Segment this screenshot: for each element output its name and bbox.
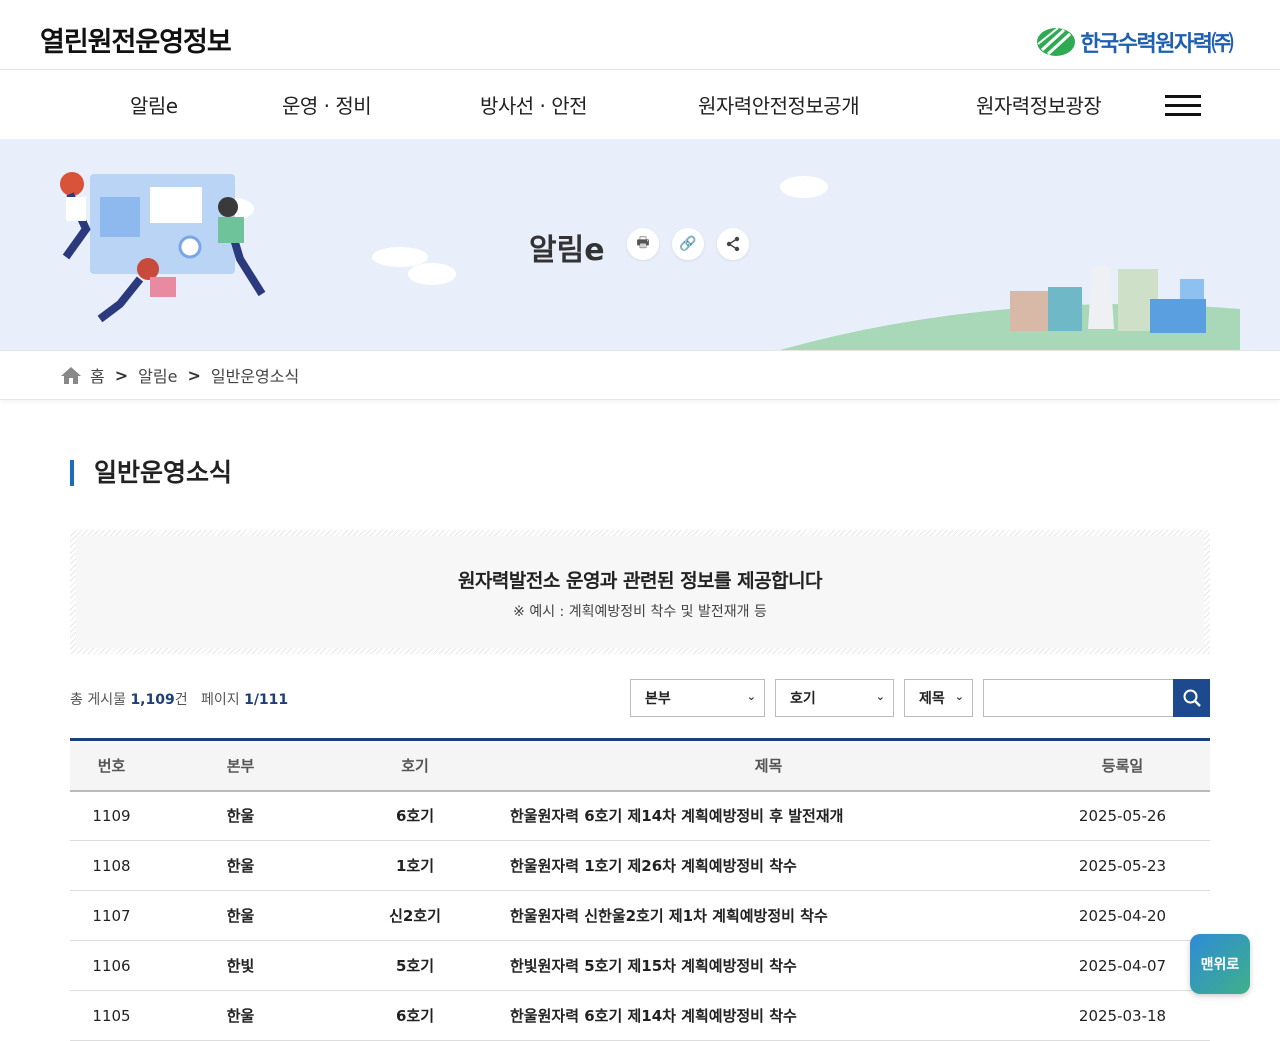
scroll-top-button[interactable]: 맨위로 — [1190, 934, 1250, 994]
breadcrumb: 홈 > 알림e > 일반운영소식 — [0, 350, 1280, 400]
unit-select[interactable]: 호기 ⌄ — [775, 679, 894, 717]
row-number: 1109 — [70, 790, 153, 841]
table-row[interactable]: 1107 한울 신2호기 한울원자력 신한울2호기 제1차 계획예방정비 착수 … — [70, 890, 1210, 941]
row-date: 2025-05-23 — [1035, 840, 1210, 891]
breadcrumb-notice[interactable]: 알림e — [138, 363, 177, 387]
row-title-link[interactable]: 한빛원자력 5호기 제15차 계획예방정비 착수 — [502, 940, 1035, 991]
nav-item-notice[interactable]: 알림e — [130, 90, 178, 119]
column-header-unit: 호기 — [401, 756, 429, 775]
chevron-down-icon: ⌄ — [746, 690, 756, 703]
total-unit: 건 — [174, 692, 188, 708]
row-unit: 1호기 — [328, 840, 502, 891]
info-notice-inner: 원자력발전소 운영과 관련된 정보를 제공합니다 ※ 예시 : 계획예방정비 착… — [76, 536, 1204, 648]
table-row[interactable]: 1105 한울 6호기 한울원자력 6호기 제14차 계획예방정비 착수 202… — [70, 990, 1210, 1041]
row-number: 1106 — [70, 940, 153, 991]
row-hq: 한울 — [153, 990, 328, 1041]
breadcrumb-current[interactable]: 일반운영소식 — [211, 363, 299, 387]
khnp-logo-icon — [1037, 27, 1076, 56]
share-icon[interactable] — [717, 228, 749, 260]
breadcrumb-home[interactable]: 홈 — [90, 363, 105, 387]
unit-select-value: 호기 — [790, 691, 816, 707]
row-title-link[interactable]: 한울원자력 6호기 제14차 계획예방정비 착수 — [502, 990, 1035, 1041]
info-notice-box: 원자력발전소 운영과 관련된 정보를 제공합니다 ※ 예시 : 계획예방정비 착… — [70, 530, 1210, 654]
table-header-row: 번호 본부 호기 제목 등록일 — [70, 739, 1210, 791]
table-row[interactable]: 1106 한빛 5호기 한빛원자력 5호기 제15차 계획예방정비 착수 202… — [70, 940, 1210, 991]
row-number: 1105 — [70, 990, 153, 1041]
site-title[interactable]: 열린원전운영정보 — [40, 20, 232, 59]
column-header-title: 제목 — [754, 756, 783, 775]
page-banner: 알림e 🖶 🔗 — [0, 139, 1280, 350]
column-header-number: 번호 — [97, 756, 126, 775]
breadcrumb-separator: > — [187, 365, 201, 385]
row-date: 2025-03-18 — [1035, 990, 1210, 1041]
home-icon[interactable] — [60, 365, 82, 385]
headquarters-select[interactable]: 본부 ⌄ — [630, 679, 765, 717]
nav-item-radiation[interactable]: 방사선 · 안전 — [480, 90, 588, 119]
column-header-hq: 본부 — [226, 756, 255, 775]
page-title: 일반운영소식 — [70, 460, 232, 486]
nav-item-operation[interactable]: 운영 · 정비 — [282, 90, 372, 119]
print-icon[interactable]: 🖶 — [627, 228, 659, 260]
headquarters-select-value: 본부 — [645, 691, 671, 707]
row-date: 2025-04-07 — [1035, 940, 1210, 991]
main-nav: 알림e 운영 · 정비 방사선 · 안전 원자력안전정보공개 원자력정보광장 — [0, 70, 1280, 140]
notice-sub-text: ※ 예시 : 계획예방정비 착수 및 발전재개 등 — [513, 604, 767, 620]
row-title-link[interactable]: 한울원자력 6호기 제14차 계획예방정비 후 발전재개 — [502, 790, 1035, 841]
total-label: 총 게시물 — [70, 692, 126, 708]
posts-table: 번호 본부 호기 제목 등록일 1109 한울 6호기 한울원자력 6호기 제1… — [70, 738, 1210, 1041]
khnp-logo-link[interactable]: 한국수력원자력㈜ — [1036, 26, 1233, 58]
breadcrumb-separator: > — [114, 365, 129, 385]
banner-title: 알림e — [529, 233, 605, 268]
row-hq: 한울 — [153, 840, 328, 891]
search-icon — [1183, 689, 1201, 707]
total-value: 1,109 — [130, 692, 175, 708]
page-value: 1/111 — [244, 692, 289, 708]
row-title-link[interactable]: 한울원자력 1호기 제26차 계획예방정비 착수 — [502, 840, 1035, 891]
row-date: 2025-04-20 — [1035, 890, 1210, 941]
search-button[interactable] — [1173, 679, 1210, 717]
row-number: 1107 — [70, 890, 153, 941]
row-unit: 6호기 — [328, 990, 502, 1041]
row-hq: 한울 — [153, 890, 328, 941]
notice-main-text: 원자력발전소 운영과 관련된 정보를 제공합니다 — [457, 570, 823, 592]
org-name: 한국수력원자력㈜ — [1080, 32, 1233, 57]
nav-item-safety-disclosure[interactable]: 원자력안전정보공개 — [698, 90, 860, 119]
row-number: 1108 — [70, 840, 153, 891]
row-title-link[interactable]: 한울원자력 신한울2호기 제1차 계획예방정비 착수 — [502, 890, 1035, 941]
share-glyph — [726, 236, 740, 252]
row-unit: 5호기 — [328, 940, 502, 991]
table-row[interactable]: 1109 한울 6호기 한울원자력 6호기 제14차 계획예방정비 후 발전재개… — [70, 790, 1210, 841]
nav-item-info-plaza[interactable]: 원자력정보광장 — [976, 90, 1102, 119]
post-count: 총 게시물 1,109건 페이지 1/111 — [70, 689, 288, 709]
row-date: 2025-05-26 — [1035, 790, 1210, 841]
link-copy-icon[interactable]: 🔗 — [672, 228, 704, 260]
row-unit: 6호기 — [328, 790, 502, 841]
menu-icon[interactable] — [1165, 95, 1201, 117]
page-label: 페이지 — [200, 692, 240, 708]
row-unit: 신2호기 — [328, 890, 502, 941]
chevron-down-icon: ⌄ — [875, 690, 885, 703]
row-hq: 한빛 — [153, 940, 328, 991]
search-field-select-value: 제목 — [919, 691, 945, 707]
search-field-select[interactable]: 제목 ⌄ — [904, 679, 973, 717]
top-header: 열린원전운영정보 한국수력원자력㈜ — [0, 0, 1280, 70]
row-hq: 한울 — [153, 790, 328, 841]
search-input[interactable] — [983, 679, 1174, 717]
column-header-date: 등록일 — [1101, 756, 1144, 775]
chevron-down-icon: ⌄ — [954, 690, 964, 703]
table-row[interactable]: 1108 한울 1호기 한울원자력 1호기 제26차 계획예방정비 착수 202… — [70, 840, 1210, 891]
